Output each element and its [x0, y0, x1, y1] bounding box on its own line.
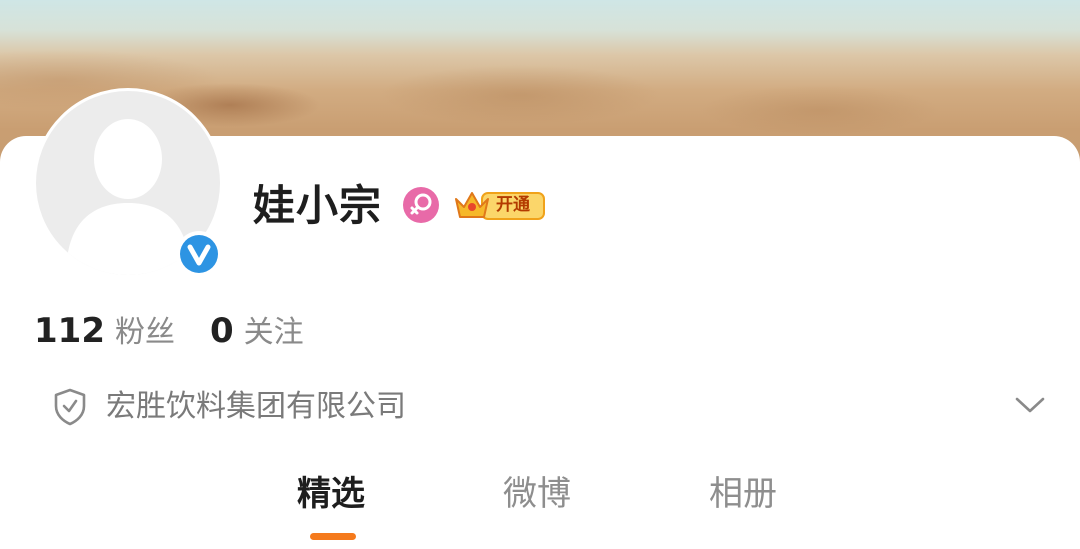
verified-badge — [176, 231, 222, 277]
company-name: 宏胜饮料集团有限公司 — [106, 389, 406, 424]
verified-v-icon — [187, 244, 211, 266]
followers-count: 112 — [34, 311, 105, 351]
followers-stat[interactable]: 112 粉丝 — [34, 309, 175, 353]
female-icon — [403, 187, 439, 223]
chevron-down-icon[interactable] — [1014, 394, 1046, 416]
tab-weibo[interactable]: 微博 — [503, 472, 571, 516]
following-label: 关注 — [243, 315, 304, 350]
followers-label: 粉丝 — [114, 315, 175, 350]
vip-open-label: 开通 — [496, 195, 530, 215]
tab-album[interactable]: 相册 — [709, 472, 777, 516]
following-count: 0 — [210, 311, 234, 351]
company-row[interactable] — [53, 385, 87, 429]
tab-featured[interactable]: 精选 — [297, 472, 365, 516]
active-tab-indicator — [310, 533, 356, 540]
shield-check-icon — [54, 388, 86, 426]
profile-name: 娃小宗 — [253, 181, 383, 230]
following-stat[interactable]: 0 关注 — [210, 309, 304, 353]
